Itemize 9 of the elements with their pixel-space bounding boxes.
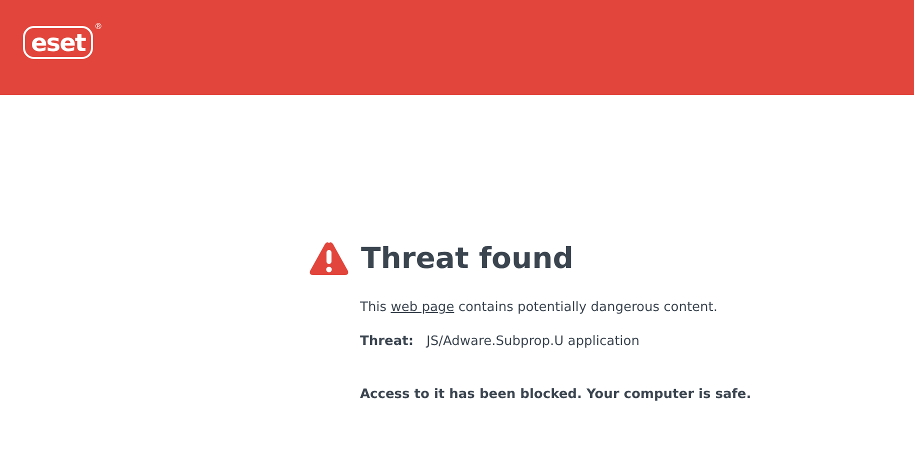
warning-icon [309, 241, 349, 276]
logo: eset [23, 26, 94, 59]
message-text: This web page contains potentially dangerous content. [360, 299, 719, 317]
threat-name: JS/Adware.Subprop.U application [426, 332, 640, 350]
alert-title: Threat found [361, 244, 574, 273]
web-page-link[interactable]: web page [390, 300, 454, 315]
conclusion-text: Access to it has been blocked. Your computer is safe. [360, 386, 752, 404]
registered-mark: ® [94, 23, 102, 31]
threat-label: Threat: [360, 332, 414, 350]
